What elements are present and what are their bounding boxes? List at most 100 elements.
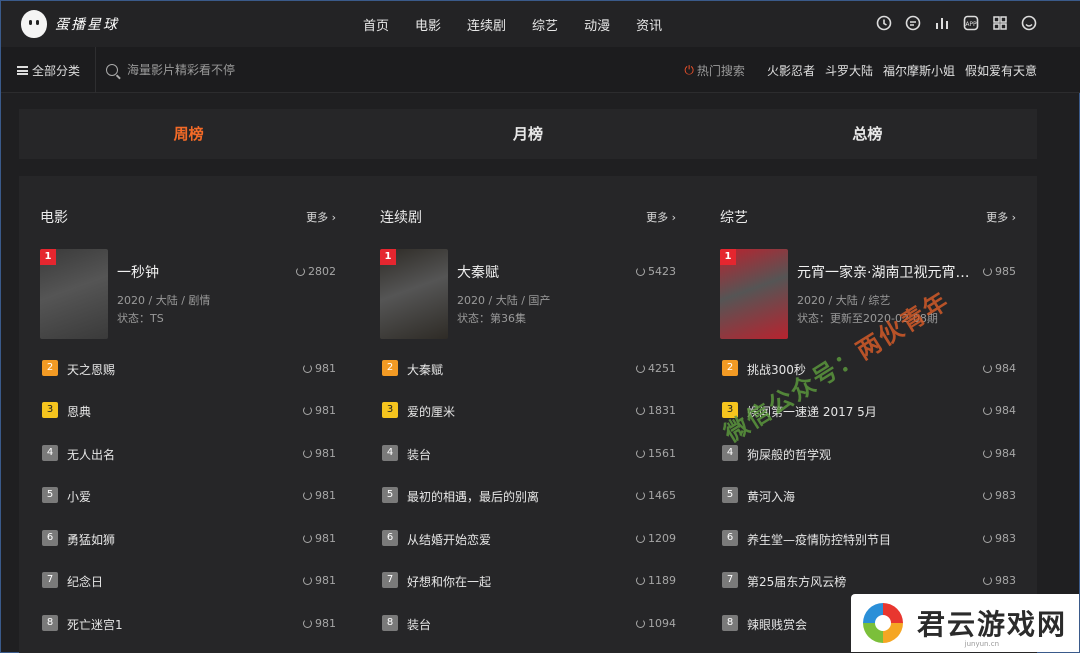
tab-weekly[interactable]: 周榜 [19,109,358,159]
list-item[interactable]: 6 勇猛如狮 981 [40,528,336,548]
tab-monthly[interactable]: 月榜 [358,109,697,159]
nav-item-variety[interactable]: 综艺 [532,15,558,34]
item-title[interactable]: 恩典 [67,403,91,420]
search-icon[interactable] [106,64,118,76]
all-categories-button[interactable]: 全部分类 [17,62,80,79]
smile-icon[interactable] [1021,15,1037,31]
app-icon[interactable]: APP [963,15,979,31]
fire-icon: ⏻ [684,63,694,77]
nav-item-series[interactable]: 连续剧 [467,15,506,34]
list-item[interactable]: 3 恩典 981 [40,400,336,420]
featured-title[interactable]: 元宵一家亲·湖南卫视元宵晚会 [797,262,977,282]
list-item[interactable]: 3 爱的厘米 1831 [380,400,676,420]
nav-item-news[interactable]: 资讯 [636,15,662,34]
featured-item[interactable]: 1 大秦赋 5423 2020 / 大陆 / 国产 状态：第36集 [380,249,676,339]
item-title[interactable]: 最初的相遇，最后的别离 [407,488,539,505]
list-item[interactable]: 5 最初的相遇，最后的别离 1465 [380,485,676,505]
column-title: 电影 [40,210,68,226]
item-title[interactable]: 死亡迷宫1 [67,616,123,633]
heat-icon [303,449,312,458]
heat-count: 2802 [296,265,336,278]
item-title[interactable]: 大秦赋 [407,361,443,378]
item-title[interactable]: 装台 [407,616,431,633]
tab-overall[interactable]: 总榜 [698,109,1037,159]
item-title[interactable]: 第25届东方风云榜 [747,573,846,590]
featured-meta: 2020 / 大陆 / 综艺 [797,294,891,307]
message-icon[interactable] [905,15,921,31]
heat-icon [636,449,645,458]
list-item[interactable]: 5 小爱 981 [40,485,336,505]
list-item[interactable]: 3 娱闻第一速递 2017 5月 984 [720,400,1016,420]
search-input[interactable] [127,63,387,77]
list-item[interactable]: 2 挑战300秒 984 [720,358,1016,378]
poster-image[interactable]: 1 [380,249,448,339]
heat-count: 1465 [636,489,676,502]
heat-icon [983,576,992,585]
featured-item[interactable]: 1 一秒钟 2802 2020 / 大陆 / 剧情 状态：TS [40,249,336,339]
more-link[interactable]: 更多 › [986,209,1016,225]
nav-item-anime[interactable]: 动漫 [584,15,610,34]
list-item[interactable]: 6 从结婚开始恋爱 1209 [380,528,676,548]
divider [95,47,96,93]
item-title[interactable]: 纪念日 [67,573,103,590]
heat-count: 984 [983,362,1016,375]
list-item[interactable]: 2 大秦赋 4251 [380,358,676,378]
poster-image[interactable]: 1 [40,249,108,339]
hot-search-item[interactable]: 斗罗大陆 [825,62,873,79]
more-link[interactable]: 更多 › [646,209,676,225]
list-item[interactable]: 7 好想和你在一起 1189 [380,570,676,590]
list-item[interactable]: 5 黄河入海 983 [720,485,1016,505]
list-item[interactable]: 4 装台 1561 [380,443,676,463]
more-link[interactable]: 更多 › [306,209,336,225]
item-title[interactable]: 装台 [407,446,431,463]
item-title[interactable]: 天之恩赐 [67,361,115,378]
item-title[interactable]: 好想和你在一起 [407,573,491,590]
item-title[interactable]: 爱的厘米 [407,403,455,420]
heat-count: 981 [303,362,336,375]
nav-item-home[interactable]: 首页 [363,15,389,34]
item-title[interactable]: 小爱 [67,488,91,505]
hot-search-item[interactable]: 福尔摩斯小姐 [883,62,955,79]
list-item[interactable]: 6 养生堂—疫情防控特别节目 983 [720,528,1016,548]
hot-search-item[interactable]: 假如爱有天意 [965,62,1037,79]
column-title: 综艺 [720,210,748,226]
item-title[interactable]: 辣眼贱赏会 [747,616,807,633]
item-title[interactable]: 无人出名 [67,446,115,463]
list-item[interactable]: 7 第25届东方风云榜 983 [720,570,1016,590]
list-item[interactable]: 7 纪念日 981 [40,570,336,590]
heat-icon [983,267,992,276]
ranking-tabs: 周榜 月榜 总榜 [19,109,1037,159]
list-item[interactable]: 4 无人出名 981 [40,443,336,463]
featured-meta: 2020 / 大陆 / 剧情 [117,294,211,307]
item-title[interactable]: 勇猛如狮 [67,531,115,548]
nav-item-movies[interactable]: 电影 [415,15,441,34]
rank-badge: 2 [382,360,398,376]
list-item[interactable]: 8 死亡迷宫1 981 [40,613,336,633]
heat-count: 981 [303,532,336,545]
list-item[interactable]: 4 狗屎般的哲学观 984 [720,443,1016,463]
grid-icon[interactable] [992,15,1008,31]
clock-icon[interactable] [876,15,892,31]
column-header: 电影 更多 › [40,207,336,227]
list-item[interactable]: 8 装台 1094 [380,613,676,633]
item-title[interactable]: 黄河入海 [747,488,795,505]
item-title[interactable]: 娱闻第一速递 2017 5月 [747,403,877,420]
poster-image[interactable]: 1 [720,249,788,339]
featured-title[interactable]: 一秒钟 [117,262,297,282]
item-title[interactable]: 狗屎般的哲学观 [747,446,831,463]
svg-text:APP: APP [965,21,977,28]
featured-item[interactable]: 1 元宵一家亲·湖南卫视元宵晚会 985 2020 / 大陆 / 综艺 状态：更新至20… [720,249,1016,339]
egg-logo-icon [21,10,47,38]
header-tools: APP [863,15,1037,31]
rank-badge: 4 [722,445,738,461]
item-title[interactable]: 养生堂—疫情防控特别节目 [747,531,891,548]
hot-search-item[interactable]: 火影忍者 [767,62,815,79]
heat-count: 983 [983,532,1016,545]
chart-icon[interactable] [934,15,950,31]
site-logo[interactable]: 蛋播星球 [21,10,119,38]
item-title[interactable]: 从结婚开始恋爱 [407,531,491,548]
heat-count: 984 [983,404,1016,417]
featured-title[interactable]: 大秦赋 [457,262,637,282]
item-title[interactable]: 挑战300秒 [747,361,806,378]
list-item[interactable]: 2 天之恩赐 981 [40,358,336,378]
